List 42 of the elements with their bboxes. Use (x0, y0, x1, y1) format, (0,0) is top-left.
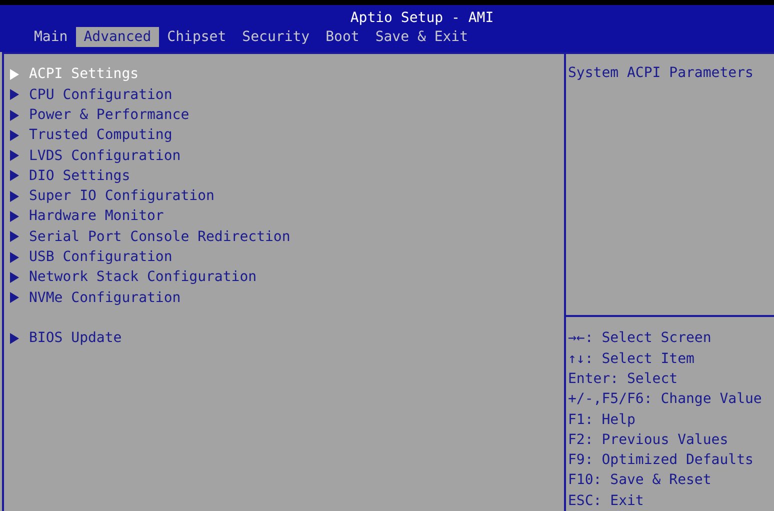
triangle-icon (10, 272, 19, 283)
key-hint: ↑↓: Select Item (568, 350, 696, 369)
key-hint: F1: Help (568, 410, 636, 430)
key-hint: ESC: Exit (568, 492, 645, 511)
triangle-icon (10, 170, 19, 182)
menu-item[interactable]: DIO Settings (29, 166, 130, 186)
menu-item[interactable]: BIOS Update (29, 328, 122, 348)
triangle-icon (10, 190, 19, 202)
triangle-icon (10, 292, 19, 304)
menu-item[interactable]: Power & Performance (29, 104, 190, 126)
key-hint: →←: Select Screen (568, 329, 712, 348)
menu-tab[interactable]: Security (234, 26, 318, 47)
triangle-icon (10, 130, 19, 141)
menu-tab[interactable]: Advanced (76, 26, 160, 47)
menu-item[interactable]: Serial Port Console Redirection (29, 226, 290, 247)
menu-tab[interactable]: Main (26, 26, 76, 47)
menu-tab[interactable]: Chipset (159, 26, 234, 47)
menu-item[interactable]: Super IO Configuration (29, 186, 214, 206)
menu-item[interactable]: Hardware Monitor (29, 206, 164, 227)
key-hint: F9: Optimized Defaults (568, 451, 754, 470)
triangle-icon (10, 252, 19, 263)
menu-item[interactable]: NVMe Configuration (29, 288, 181, 308)
triangle-icon (10, 211, 19, 222)
menu-tab[interactable]: Boot (318, 26, 368, 47)
triangle-icon (10, 110, 19, 121)
window-title: Aptio Setup - AMI (350, 8, 494, 27)
triangle-icon (10, 231, 19, 242)
menu-item[interactable]: LVDS Configuration (29, 146, 181, 166)
key-hint: F10: Save & Reset (568, 471, 712, 490)
key-hint: Enter: Select (568, 370, 679, 389)
menu-item[interactable]: CPU Configuration (29, 84, 172, 105)
menu-tab[interactable]: Save & Exit (367, 26, 476, 47)
triangle-icon (10, 150, 19, 162)
help-text: System ACPI Parameters (568, 65, 754, 82)
menu-item[interactable]: Trusted Computing (29, 125, 172, 146)
triangle-icon (10, 89, 19, 100)
key-hint: +/-,F5/F6: Change Value (568, 390, 763, 410)
menu-item[interactable]: Network Stack Configuration (29, 267, 257, 288)
triangle-icon (10, 332, 19, 344)
menu-item[interactable]: USB Configuration (29, 247, 172, 268)
triangle-icon (10, 68, 19, 80)
key-hint: F2: Previous Values (568, 430, 730, 450)
